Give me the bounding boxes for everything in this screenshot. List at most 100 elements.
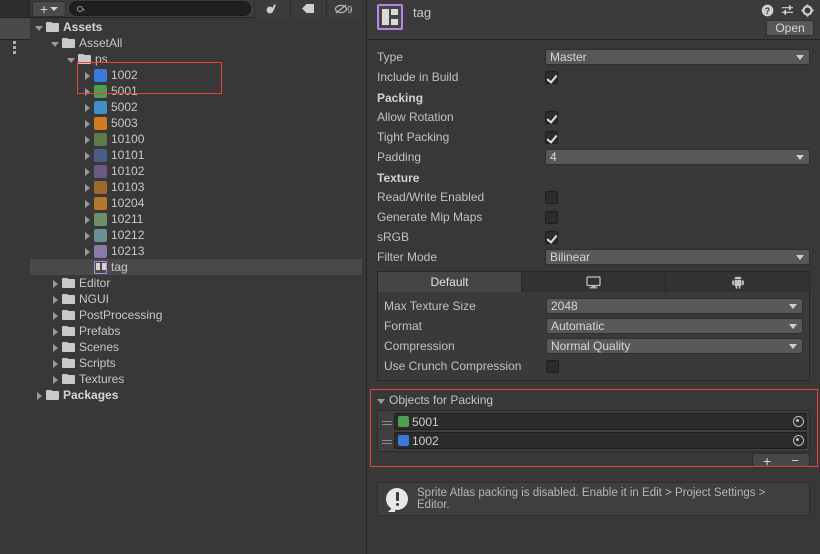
objects-for-packing-title: Objects for Packing (389, 393, 494, 407)
chevron-right-icon[interactable] (51, 295, 60, 304)
tree-item-label: Editor (79, 276, 111, 290)
drag-handle-icon[interactable] (380, 421, 394, 422)
chevron-right-icon[interactable] (83, 199, 92, 208)
tree-item-5003[interactable]: 5003 (30, 115, 362, 131)
chevron-right-icon[interactable] (51, 375, 60, 384)
chevron-right-icon[interactable] (51, 327, 60, 336)
padding-dropdown[interactable]: 4 (545, 149, 810, 165)
project-tree[interactable]: Assets AssetAll ps 1002 5001 5002 5003 10100 101… (30, 19, 362, 554)
tree-item-5001[interactable]: 5001 (30, 83, 362, 99)
tree-item-10204[interactable]: 10204 (30, 195, 362, 211)
filter-mode-dropdown[interactable]: Bilinear (545, 249, 810, 265)
folder-icon (62, 341, 75, 353)
tree-item-ngui[interactable]: NGUI (30, 291, 362, 307)
chevron-right-icon[interactable] (83, 151, 92, 160)
chevron-right-icon[interactable] (83, 103, 92, 112)
tree-item-postprocessing[interactable]: PostProcessing (30, 307, 362, 323)
srgb-checkbox[interactable] (545, 230, 558, 244)
favorite-filter-icon[interactable] (254, 0, 290, 18)
object-picker-icon[interactable] (793, 416, 804, 427)
tree-item-textures[interactable]: Textures (30, 371, 362, 387)
left-gutter (0, 0, 30, 554)
chevron-right-icon[interactable] (51, 359, 60, 368)
label-filter-icon[interactable] (290, 0, 326, 18)
tab-standalone[interactable] (522, 272, 666, 292)
object-picker-icon[interactable] (793, 435, 804, 446)
more-options-icon[interactable] (13, 41, 16, 56)
chevron-right-icon[interactable] (83, 119, 92, 128)
drag-handle-icon[interactable] (380, 440, 394, 441)
gear-icon[interactable] (801, 4, 814, 17)
chevron-right-icon[interactable] (51, 343, 60, 352)
chevron-right-icon[interactable] (83, 87, 92, 96)
tree-item-5002[interactable]: 5002 (30, 99, 362, 115)
chevron-down-icon[interactable] (67, 55, 76, 64)
crunch-compression-checkbox[interactable] (546, 359, 559, 373)
tree-item-ps[interactable]: ps (30, 51, 362, 67)
sprite-icon (94, 84, 107, 98)
tree-item-packages[interactable]: Packages (30, 387, 362, 403)
sprite-atlas-icon (94, 260, 107, 274)
mipmaps-label: Generate Mip Maps (377, 210, 483, 224)
tree-item-label: 10100 (111, 132, 145, 146)
packing-object-row[interactable]: 1002 (380, 432, 807, 449)
preset-icon[interactable] (781, 4, 794, 17)
tree-item-10103[interactable]: 10103 (30, 179, 362, 195)
search-icon (77, 5, 83, 12)
inspector-header: tag ? Open (367, 0, 820, 40)
chevron-right-icon[interactable] (51, 311, 60, 320)
chevron-right-icon[interactable] (83, 183, 92, 192)
objects-for-packing-header[interactable]: Objects for Packing (377, 391, 810, 409)
tight-packing-row: Tight Packing (377, 127, 810, 147)
help-icon[interactable]: ? (761, 4, 774, 17)
packing-object-row[interactable]: 5001 (380, 413, 807, 430)
tree-item-1002[interactable]: 1002 (30, 67, 362, 83)
tree-item-10211[interactable]: 10211 (30, 211, 362, 227)
include-in-build-checkbox[interactable] (545, 70, 558, 84)
tight-packing-checkbox[interactable] (545, 130, 558, 144)
add-object-button[interactable]: + (763, 453, 771, 469)
read-write-checkbox[interactable] (545, 190, 558, 204)
tree-item-scripts[interactable]: Scripts (30, 355, 362, 371)
tab-default[interactable]: Default (378, 272, 522, 292)
tree-item-editor[interactable]: Editor (30, 275, 362, 291)
chevron-right-icon[interactable] (51, 279, 60, 288)
tree-item-10101[interactable]: 10101 (30, 147, 362, 163)
tree-item-prefabs[interactable]: Prefabs (30, 323, 362, 339)
tree-item-10102[interactable]: 10102 (30, 163, 362, 179)
search-filter-icon[interactable]: 9 (326, 0, 362, 18)
create-asset-button[interactable]: + (32, 0, 66, 17)
tree-item-assetall[interactable]: AssetAll (30, 35, 362, 51)
chevron-right-icon[interactable] (83, 247, 92, 256)
tree-item-10213[interactable]: 10213 (30, 243, 362, 259)
chevron-down-icon (789, 323, 797, 329)
chevron-right-icon[interactable] (83, 71, 92, 80)
tree-item-label: 5003 (111, 116, 138, 130)
compression-dropdown[interactable]: Normal Quality (546, 338, 803, 354)
tree-item-scenes[interactable]: Scenes (30, 339, 362, 355)
tree-item-10212[interactable]: 10212 (30, 227, 362, 243)
remove-object-button[interactable]: − (791, 453, 799, 468)
tab-android[interactable] (666, 272, 809, 292)
chevron-right-icon[interactable] (35, 391, 44, 400)
chevron-right-icon[interactable] (83, 231, 92, 240)
open-button[interactable]: Open (766, 20, 814, 36)
format-dropdown[interactable]: Automatic (546, 318, 803, 334)
chevron-right-icon[interactable] (83, 167, 92, 176)
max-texture-size-dropdown[interactable]: 2048 (546, 298, 803, 314)
chevron-down-icon[interactable] (51, 39, 60, 48)
object-field[interactable]: 5001 (394, 413, 807, 430)
mipmaps-checkbox[interactable] (545, 210, 558, 224)
type-dropdown[interactable]: Master (545, 49, 810, 65)
tree-item-tag[interactable]: tag (30, 259, 362, 275)
chevron-right-icon[interactable] (83, 135, 92, 144)
tree-item-assets[interactable]: Assets (30, 19, 362, 35)
panel-options-tab[interactable] (0, 18, 30, 54)
allow-rotation-checkbox[interactable] (545, 110, 558, 124)
texture-section-header: Texture (377, 171, 420, 185)
chevron-right-icon[interactable] (83, 215, 92, 224)
tree-item-10100[interactable]: 10100 (30, 131, 362, 147)
object-field[interactable]: 1002 (394, 432, 807, 449)
search-input[interactable] (69, 1, 251, 16)
chevron-down-icon[interactable] (35, 23, 44, 32)
